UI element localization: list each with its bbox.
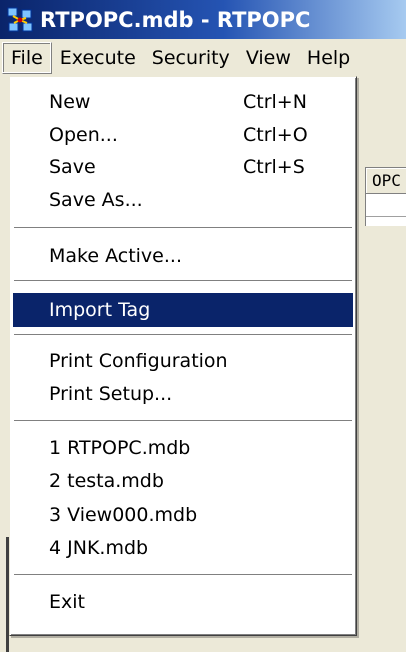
menu-item-save[interactable]: Save Ctrl+S <box>13 150 353 184</box>
table-column-header-opc[interactable]: OPC <box>366 168 406 194</box>
menu-item-save-shortcut: Ctrl+S <box>243 156 305 178</box>
menu-item-recent-file[interactable]: 2 testa.mdb <box>13 464 353 498</box>
table-row[interactable] <box>366 195 406 217</box>
menu-separator <box>14 334 352 336</box>
menu-item-recent-file[interactable]: 1 RTPOPC.mdb <box>13 431 353 465</box>
menu-item-print-configuration-label: Print Configuration <box>49 350 228 372</box>
title-bar[interactable]: RTPOPC.mdb - RTPOPC <box>0 0 406 39</box>
menu-item-make-active-label: Make Active... <box>49 245 182 267</box>
menu-separator <box>14 280 352 282</box>
menu-item-new[interactable]: New Ctrl+N <box>13 85 353 119</box>
tag-table: OPC <box>365 167 406 226</box>
menu-item-open-shortcut: Ctrl+O <box>243 124 308 146</box>
menu-item-new-label: New <box>49 91 91 113</box>
menu-separator <box>14 420 352 422</box>
file-menu-dropdown: New Ctrl+N Open... Ctrl+O Save Ctrl+S Sa… <box>9 76 357 636</box>
menu-help[interactable]: Help <box>299 42 358 74</box>
menu-view[interactable]: View <box>238 42 299 74</box>
menu-item-new-shortcut: Ctrl+N <box>243 91 307 113</box>
menu-separator <box>14 574 352 576</box>
menu-item-print-setup[interactable]: Print Setup... <box>13 377 353 411</box>
menu-item-make-active[interactable]: Make Active... <box>13 239 353 273</box>
menu-item-open[interactable]: Open... Ctrl+O <box>13 118 353 152</box>
menu-item-print-configuration[interactable]: Print Configuration <box>13 344 353 378</box>
menu-item-import-tag[interactable]: Import Tag <box>13 293 353 327</box>
menu-item-recent-file-label: 4 JNK.mdb <box>49 537 149 559</box>
menu-item-open-label: Open... <box>49 124 118 146</box>
menu-item-recent-file[interactable]: 3 View000.mdb <box>13 498 353 532</box>
menu-item-recent-file[interactable]: 4 JNK.mdb <box>13 531 353 565</box>
menu-separator <box>14 227 352 229</box>
menu-item-save-as-label: Save As... <box>49 189 143 211</box>
menu-item-recent-file-label: 2 testa.mdb <box>49 470 164 492</box>
menu-item-save-as[interactable]: Save As... <box>13 183 353 217</box>
menu-security[interactable]: Security <box>144 42 238 74</box>
menu-item-print-setup-label: Print Setup... <box>49 383 173 405</box>
menu-item-save-label: Save <box>49 156 96 178</box>
menu-file[interactable]: File <box>2 42 52 74</box>
menu-bar: File Execute Security View Help <box>0 39 406 77</box>
window-title: RTPOPC.mdb - RTPOPC <box>40 7 311 32</box>
menu-item-recent-file-label: 3 View000.mdb <box>49 504 198 526</box>
app-network-icon[interactable] <box>6 6 34 34</box>
menu-item-import-tag-label: Import Tag <box>49 299 151 321</box>
menu-item-exit-label: Exit <box>49 591 85 613</box>
menu-item-recent-file-label: 1 RTPOPC.mdb <box>49 437 191 459</box>
menu-item-exit[interactable]: Exit <box>13 585 353 619</box>
menu-execute[interactable]: Execute <box>52 42 144 74</box>
